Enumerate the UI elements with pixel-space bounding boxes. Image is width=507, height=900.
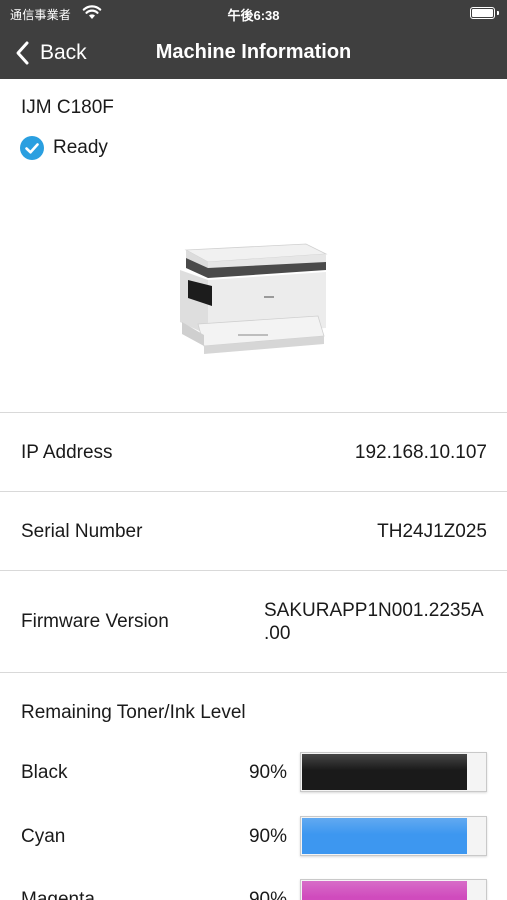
ink-level-fill — [302, 818, 467, 854]
firmware-version-value-line2: .00 — [264, 623, 291, 644]
serial-number-value: TH24J1Z025 — [377, 521, 487, 542]
ink-level-fill — [302, 881, 467, 900]
firmware-version-label: Firmware Version — [21, 611, 169, 632]
ink-level-bar — [300, 816, 487, 856]
navigation-bar: Back Machine Information — [0, 28, 507, 79]
divider — [0, 672, 507, 673]
ink-name: Black — [21, 762, 68, 783]
ink-level-heading: Remaining Toner/Ink Level — [21, 702, 246, 723]
battery-icon — [470, 7, 499, 19]
status-bar: 通信事業者 午後6:38 — [0, 0, 507, 28]
ready-check-icon — [20, 136, 44, 160]
ip-address-row: IP Address 192.168.10.107 — [0, 413, 507, 491]
ink-percent: 90% — [248, 826, 287, 847]
ink-row-magenta: Magenta 90% — [0, 879, 507, 900]
ink-row-cyan: Cyan 90% — [0, 816, 507, 860]
serial-number-row: Serial Number TH24J1Z025 — [0, 492, 507, 570]
firmware-version-value-line1: SAKURAPP1N001.2235A — [264, 600, 484, 621]
top-bar: 通信事業者 午後6:38 Back Machine Information — [0, 0, 507, 79]
serial-number-label: Serial Number — [21, 521, 143, 542]
ink-level-fill — [302, 754, 467, 790]
firmware-version-row: Firmware Version SAKURAPP1N001.2235A .00 — [0, 571, 507, 672]
clock: 午後6:38 — [227, 8, 280, 23]
page-title: Machine Information — [155, 41, 352, 63]
ink-name: Cyan — [21, 826, 66, 847]
status-label: Ready — [53, 137, 108, 158]
ink-percent: 90% — [248, 762, 287, 783]
ink-level-bar — [300, 752, 487, 792]
ink-name: Magenta — [21, 889, 95, 900]
ip-address-value: 192.168.10.107 — [354, 442, 487, 463]
machine-model: IJM C180F — [21, 97, 114, 118]
ink-percent: 90% — [248, 889, 287, 900]
printer-image — [180, 243, 328, 354]
ink-level-bar — [300, 879, 487, 900]
machine-status: Ready — [20, 136, 108, 160]
ink-row-black: Black 90% — [0, 752, 507, 796]
ip-address-label: IP Address — [21, 442, 113, 463]
